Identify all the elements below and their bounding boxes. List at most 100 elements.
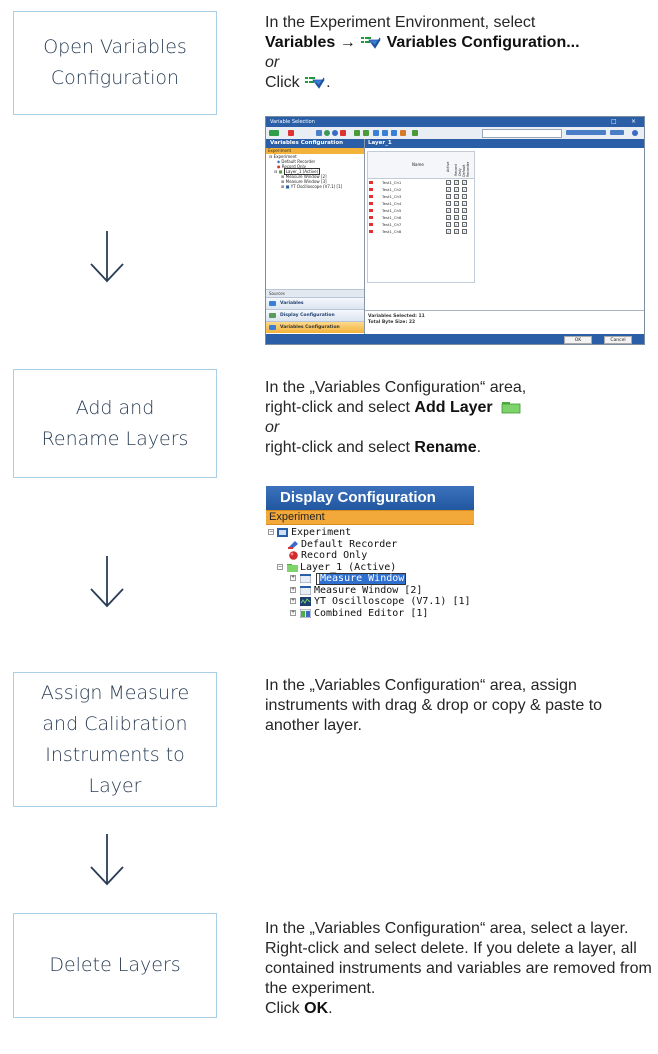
cancel-button[interactable]: Cancel: [604, 336, 632, 344]
click-text: Click: [265, 74, 300, 91]
toolbar-config-icon[interactable]: [391, 130, 397, 136]
rename-input[interactable]: Measure Window: [316, 573, 406, 585]
step4-click-line: Click OK.: [265, 1000, 333, 1017]
tree-item-yt-oscilloscope[interactable]: + YT Oscilloscope (V7.1) [1]: [266, 596, 474, 608]
table-row[interactable]: Test1_Ch3 ✓ ✓ ✓: [368, 193, 474, 200]
step3-instructions: In the „Variables Configuration“ area, a…: [265, 677, 603, 734]
step-label: Delete Layers: [49, 954, 181, 976]
step2-line1: In the „Variables Configuration“ area,: [265, 379, 527, 396]
grid-header: Name Active Record Only Default Recorder: [368, 152, 474, 179]
down-arrow-icon: [90, 834, 124, 886]
variables-icon: [269, 301, 276, 306]
sources-panel: Sources Variables Display Configuration …: [266, 289, 364, 333]
column-active[interactable]: Active: [446, 162, 450, 173]
source-variables-configuration[interactable]: Variables Configuration: [266, 321, 364, 333]
dialog-footer: OK Cancel: [266, 334, 644, 344]
experiment-icon: [277, 528, 288, 537]
toolbar-filter-icon[interactable]: [354, 130, 360, 136]
ok-button-label[interactable]: OK: [304, 1000, 328, 1017]
period: .: [326, 74, 331, 91]
toolbar-shape-icon[interactable]: [316, 130, 322, 136]
table-row[interactable]: Test1_Ch5 ✓ ✓ ✓: [368, 207, 474, 214]
step2-instructions: In the „Variables Configuration“ area, r…: [265, 378, 655, 458]
left-panel: Variables Configuration Experiment ⊟ Exp…: [266, 139, 365, 334]
window-title: Variable Selection: [270, 119, 315, 125]
measure-window-icon: [300, 574, 311, 583]
toolbar-config-icon[interactable]: [373, 130, 379, 136]
table-row[interactable]: Test1_Ch2 ✓ ✓ ✓: [368, 186, 474, 193]
recorder-icon: [288, 540, 298, 549]
layer-panel: Layer_1 Name Active Record Only Default …: [365, 139, 644, 334]
menu-variables-configuration[interactable]: Variables Configuration...: [387, 34, 580, 51]
step1-line1: In the Experiment Environment, select: [265, 14, 536, 31]
step-box-open-variables-configuration: Open Variables Configuration: [13, 11, 217, 115]
toolbar-add-icon[interactable]: [269, 130, 279, 136]
selection-stats: Variables Selected: 11 Total Byte Size: …: [365, 310, 644, 334]
variable-selection-screenshot: Variable Selection □ × Variables Configu…: [265, 116, 645, 345]
panel-header: Display Configuration: [266, 486, 474, 510]
toolbar-view-icon[interactable]: [610, 130, 624, 135]
tree-item-layer[interactable]: − Layer_1 (Active): [266, 562, 474, 574]
step1-instructions: In the Experiment Environment, select Va…: [265, 13, 655, 93]
search-input[interactable]: [482, 129, 562, 138]
step4-instructions: In the „Variables Configuration“ area, s…: [265, 919, 657, 1019]
maximize-icon[interactable]: □: [611, 117, 617, 127]
down-arrow-icon: [90, 556, 124, 608]
column-name[interactable]: Name: [412, 162, 424, 167]
help-icon[interactable]: [632, 130, 638, 136]
add-layer-menu-item[interactable]: Add Layer: [414, 399, 492, 416]
table-row[interactable]: Test1_Ch8 ✓ ✓ ✓: [368, 228, 474, 235]
step-box-add-rename-layers: Add and Rename Layers: [13, 369, 217, 478]
down-arrow-icon: [90, 231, 124, 283]
measure-window-icon: [300, 585, 311, 595]
display-configuration-screenshot: Display Configuration Experiment − Exper…: [266, 486, 474, 630]
table-row[interactable]: Test1_Ch1 ✓ ✓ ✓: [368, 179, 474, 186]
folder-icon: [287, 563, 298, 572]
toolbar-config-icon[interactable]: [400, 130, 406, 136]
folder-icon: [501, 402, 521, 414]
step-label: Open Variables Configuration: [43, 36, 187, 89]
toolbar-delete-icon[interactable]: [288, 130, 294, 136]
tree-item-combined-editor[interactable]: + Combined Editor [1]: [266, 608, 474, 620]
tree-item-yt-oscilloscope[interactable]: ⊞ ■ YT Oscilloscope (V7.1) [1]: [269, 184, 364, 189]
variables-configuration-icon[interactable]: [304, 74, 326, 89]
toolbar-circle-icon[interactable]: [332, 130, 338, 136]
table-row[interactable]: Test1_Ch4 ✓ ✓ ✓: [368, 200, 474, 207]
toolbar-view-icon[interactable]: [566, 130, 606, 135]
step-box-delete-layers: Delete Layers: [13, 913, 217, 1018]
step1-menu-path: Variables → Variables Configuration...: [265, 33, 655, 53]
table-row[interactable]: Test1_Ch7 ✓ ✓ ✓: [368, 221, 474, 228]
toolbar-config-icon[interactable]: [382, 130, 388, 136]
source-display-configuration[interactable]: Display Configuration: [266, 309, 364, 321]
tree-item-experiment[interactable]: − Experiment: [266, 527, 474, 539]
column-default-recorder[interactable]: Default Recorder: [462, 162, 470, 177]
toolbar-filter-icon[interactable]: [412, 130, 418, 136]
column-record-only[interactable]: Record Only: [454, 156, 462, 176]
experiment-tree: ⊟ Experiment ◆ Default Recorder ● Record…: [266, 154, 364, 189]
sources-header: Sources: [266, 289, 364, 297]
variables-configuration-icon: [361, 37, 381, 49]
tree-item-measure-window-editing[interactable]: + Measure Window: [266, 573, 474, 585]
step-label: Assign Measure and Calibration Instrumen…: [40, 681, 190, 797]
toolbar-filter-icon[interactable]: [363, 130, 369, 136]
toolbar-circle-icon[interactable]: [324, 130, 330, 136]
source-variables[interactable]: Variables: [266, 297, 364, 309]
toolbar-square-icon[interactable]: [340, 130, 346, 136]
combined-editor-icon: [300, 608, 311, 618]
tree-item-record-only[interactable]: Record Only: [266, 550, 474, 562]
step2-add-layer-line: right-click and select Add Layer: [265, 398, 655, 418]
menu-variables: Variables →: [265, 34, 356, 51]
window-titlebar: Variable Selection □ ×: [266, 117, 644, 127]
experiment-tree: − Experiment Default Recorder Record Onl…: [266, 525, 474, 619]
close-icon[interactable]: ×: [631, 117, 636, 127]
tree-item-measure-window[interactable]: + Measure Window [2]: [266, 585, 474, 597]
step2-rename-line: right-click and select Rename.: [265, 439, 482, 456]
rename-menu-item[interactable]: Rename: [414, 439, 476, 456]
ok-button[interactable]: OK: [564, 336, 592, 344]
tree-item-default-recorder[interactable]: Default Recorder: [266, 539, 474, 551]
or-text: or: [265, 419, 280, 436]
experiment-section: Experiment: [266, 510, 474, 525]
step-box-assign-instruments: Assign Measure and Calibration Instrumen…: [13, 672, 217, 807]
total-byte-size: Total Byte Size: 22: [368, 320, 416, 325]
table-row[interactable]: Test1_Ch6 ✓ ✓ ✓: [368, 214, 474, 221]
